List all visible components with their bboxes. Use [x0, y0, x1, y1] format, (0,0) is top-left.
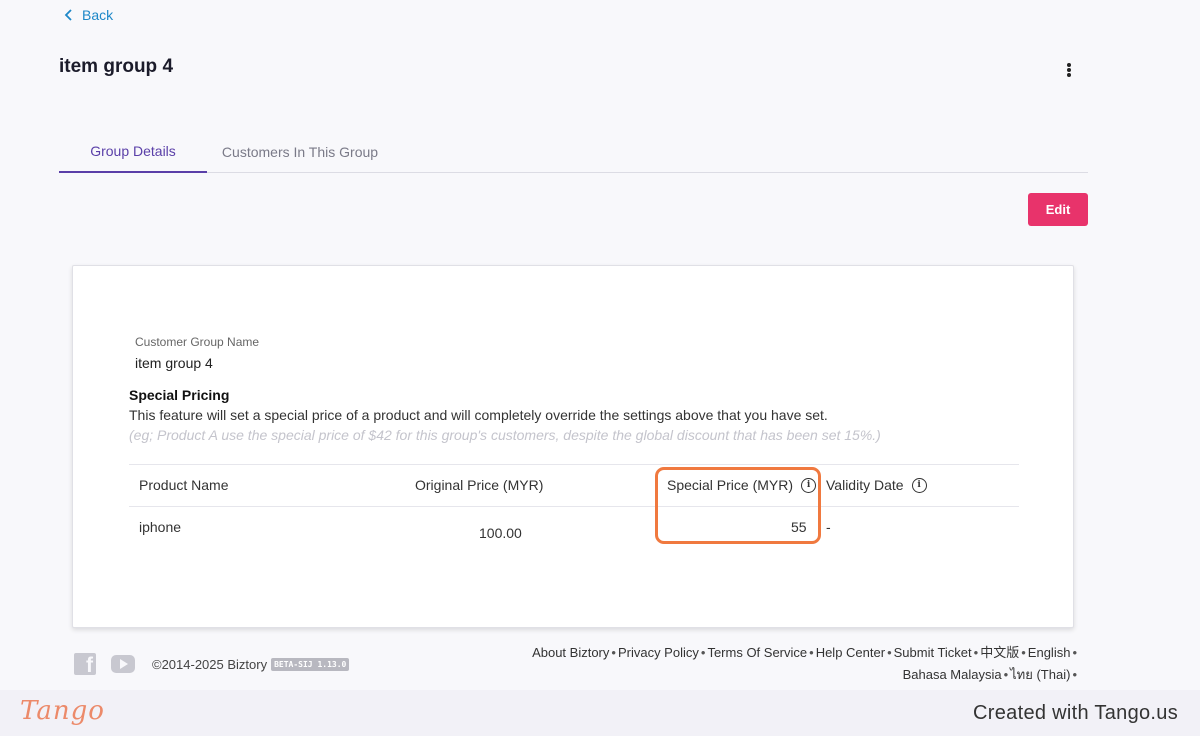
tab-bar: Group Details Customers In This Group	[59, 130, 1088, 173]
footer-copyright: ©2014-2025 Biztory BETA-SIJ 1.13.0	[152, 657, 350, 672]
youtube-icon[interactable]	[111, 655, 135, 673]
special-pricing-table: Product Name Original Price (MYR) Specia…	[129, 464, 1019, 550]
link-lang-chinese[interactable]: 中文版	[980, 645, 1019, 660]
header-special-price: Special Price (MYR) i	[667, 477, 817, 493]
cell-validity-date: -	[826, 519, 831, 535]
app-container: Back item group 4 Group Details Customer…	[0, 0, 1200, 690]
version-badge: BETA-SIJ 1.13.0	[271, 658, 350, 671]
group-name-value: item group 4	[135, 355, 213, 371]
cell-special-price[interactable]: 55	[791, 519, 807, 535]
group-name-label: Customer Group Name	[135, 335, 260, 349]
facebook-icon[interactable]: f	[74, 653, 96, 675]
link-privacy[interactable]: Privacy Policy	[618, 645, 699, 660]
table-header-row: Product Name Original Price (MYR) Specia…	[129, 464, 1019, 507]
special-pricing-description: This feature will set a special price of…	[129, 407, 828, 423]
tango-watermark-bar: Tango Created with Tango.us	[0, 690, 1200, 736]
header-validity-date: Validity Date i	[826, 477, 927, 493]
kebab-menu-icon[interactable]	[1060, 60, 1078, 80]
link-help-center[interactable]: Help Center	[816, 645, 885, 660]
social-icons: f	[74, 653, 135, 675]
link-lang-thai[interactable]: ไทย (Thai)	[1010, 667, 1070, 682]
link-submit-ticket[interactable]: Submit Ticket	[894, 645, 972, 660]
tab-group-details[interactable]: Group Details	[59, 130, 207, 173]
link-about[interactable]: About Biztory	[532, 645, 609, 660]
header-original-price: Original Price (MYR)	[415, 477, 544, 493]
tab-customers-in-group[interactable]: Customers In This Group	[219, 130, 381, 173]
cell-product-name: iphone	[139, 519, 182, 535]
link-lang-malay[interactable]: Bahasa Malaysia	[903, 667, 1002, 682]
link-lang-english[interactable]: English	[1028, 645, 1071, 660]
footer-links: About Biztory • Privacy Policy • Terms Of Se…	[532, 645, 1077, 682]
special-price-info-icon[interactable]: i	[801, 477, 817, 493]
back-label[interactable]: Back	[82, 7, 113, 23]
copyright-text: ©2014-2025 Biztory	[152, 657, 268, 672]
tango-created-text: Created with Tango.us	[973, 702, 1178, 724]
table-row: iphone 100.00 55 -	[129, 507, 1019, 550]
group-details-card: Customer Group Name item group 4 Special…	[72, 265, 1074, 628]
special-pricing-title: Special Pricing	[129, 387, 230, 403]
back-link[interactable]: Back	[64, 7, 113, 23]
cell-original-price: 100.00	[479, 525, 522, 541]
special-pricing-example: (eg; Product A use the special price of …	[129, 427, 881, 443]
validity-date-info-icon[interactable]: i	[911, 477, 927, 493]
header-product-name: Product Name	[139, 477, 229, 493]
chevron-left-icon	[64, 9, 72, 21]
edit-button[interactable]: Edit	[1028, 193, 1088, 226]
tango-logo: Tango	[20, 696, 105, 726]
link-terms[interactable]: Terms Of Service	[707, 645, 807, 660]
page-title: item group 4	[59, 56, 174, 77]
